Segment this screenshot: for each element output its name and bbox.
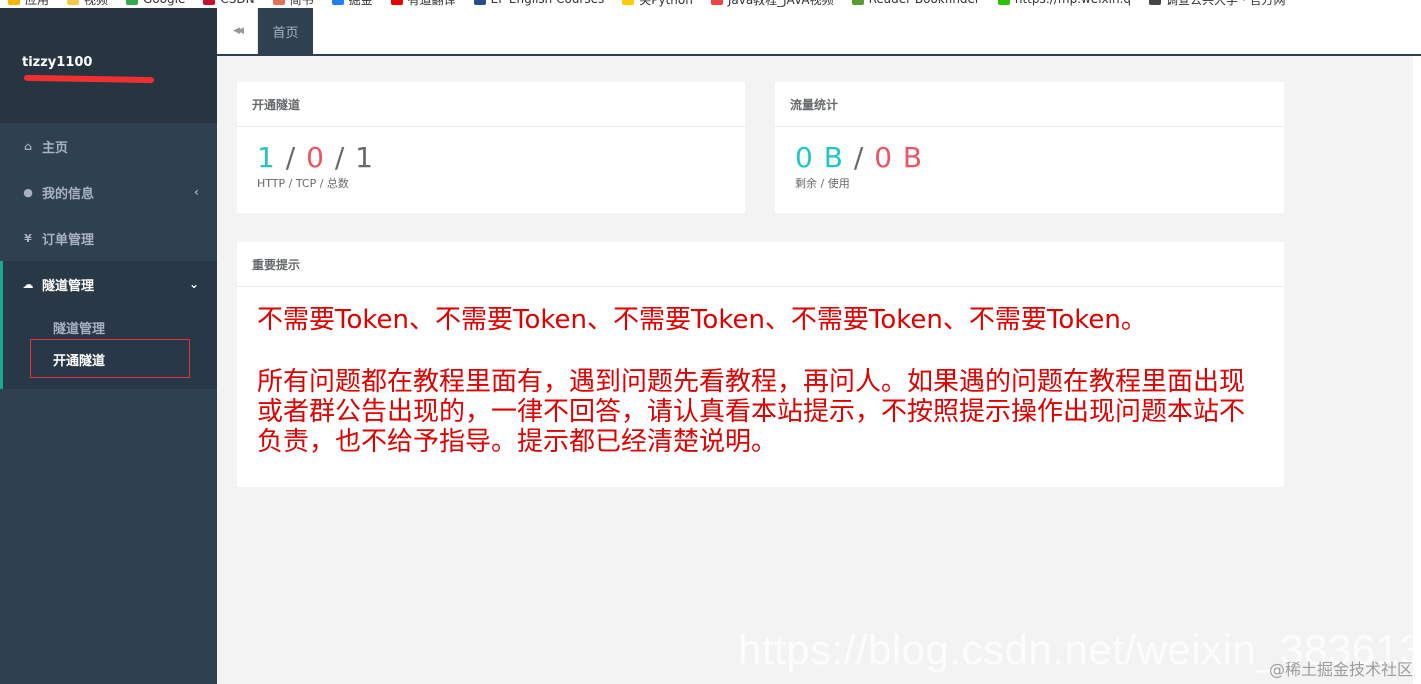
bookmark-item[interactable]: 视频: [67, 0, 108, 8]
used-traffic: 0 B: [874, 141, 924, 174]
separator: /: [285, 141, 297, 174]
sidebar-nav: ⌂ 主页 ● 我的信息 ‹ ¥ 订单管理 ☁ 隧道管理 ⌄: [0, 123, 217, 307]
bookmark-icon: [67, 0, 80, 5]
bookmark-label: Java教程_JAVA视频: [728, 0, 834, 8]
bookmark-icon: [622, 0, 635, 5]
total-count: 1: [355, 141, 374, 174]
sidebar-item-label: 隧道管理: [42, 278, 95, 294]
tcp-count: 0: [306, 141, 325, 174]
traffic-stats-panel: 流量统计 0 B / 0 B 剩余 / 使用: [775, 82, 1284, 213]
sidebar-item-label: 主页: [42, 140, 69, 156]
panel-title: 流量统计: [775, 82, 1284, 127]
bookmark-icon: [390, 0, 403, 5]
user-icon: ●: [23, 185, 33, 199]
bookmark-label: 视频: [84, 0, 108, 8]
tunnel-caption: HTTP / TCP / 总数: [257, 177, 349, 190]
bookmark-item[interactable]: Java教程_JAVA视频: [710, 0, 834, 8]
username[interactable]: tizzy1100: [22, 55, 217, 70]
notice-line-token: 不需要Token、不需要Token、不需要Token、不需要Token、不需要T…: [257, 305, 1147, 335]
bookmark-label: https://mp.weixin.q: [1015, 0, 1131, 6]
bookmark-label: Google: [143, 0, 185, 6]
tab-home[interactable]: 首页: [258, 8, 313, 54]
bookmark-icon: [8, 0, 20, 5]
scrollbar[interactable]: [1413, 56, 1421, 684]
separator: /: [334, 141, 346, 174]
sidebar: tizzy1100 ⌂ 主页 ● 我的信息 ‹ ¥ 订单管理 ☁ 隧道管理 ⌄ …: [0, 8, 217, 684]
watermark-source: @稀土掘金技术社区: [1268, 660, 1413, 679]
tunnel-submenu: 隧道管理 开通隧道: [0, 307, 217, 389]
bookmark-label: 调查公共大学 · 官方网: [1166, 0, 1285, 8]
profile-area: tizzy1100: [0, 8, 217, 123]
sidebar-item-orders[interactable]: ¥ 订单管理: [0, 215, 217, 261]
bookmark-item[interactable]: 笑Python: [622, 0, 693, 8]
yen-icon: ¥: [24, 231, 32, 245]
sidebar-item-label: 订单管理: [42, 232, 95, 248]
bookmark-icon: [203, 0, 216, 5]
tab-bar: ◀◀ 首页: [217, 8, 1421, 56]
cloud-icon: ☁: [22, 277, 34, 291]
sidebar-item-home[interactable]: ⌂ 主页: [0, 123, 217, 169]
panel-title: 重要提示: [237, 242, 1284, 287]
separator: /: [853, 141, 865, 174]
bookmark-item[interactable]: CSDN: [203, 0, 255, 6]
bookmark-label: Reader Bookfinder: [869, 0, 980, 6]
tunnel-counts: 1 / 0 / 1: [237, 127, 745, 173]
bookmark-icon: [473, 0, 486, 5]
notice-body: 不需要Token、不需要Token、不需要Token、不需要Token、不需要T…: [237, 287, 1284, 457]
bookmark-item[interactable]: https://mp.weixin.q: [997, 0, 1131, 6]
sidebar-item-label: 我的信息: [42, 186, 95, 202]
notice-line-rules: 所有问题都在教程里面有，遇到问题先看教程，再问人。如果遇的问题在教程里面出现或者…: [257, 367, 1246, 457]
bookmark-icon: [851, 0, 864, 5]
bookmark-item[interactable]: EF English Courses: [473, 0, 605, 6]
bookmark-item[interactable]: 调查公共大学 · 官方网: [1149, 0, 1285, 8]
redacted-email-mark: [23, 74, 155, 84]
bookmark-item[interactable]: 有道翻译: [390, 0, 456, 8]
remaining-traffic: 0 B: [795, 141, 844, 174]
sidebar-item-my-info[interactable]: ● 我的信息 ‹: [0, 169, 217, 215]
bookmark-icon: [272, 0, 285, 5]
tunnel-stats-panel: 开通隧道 1 / 0 / 1 HTTP / TCP / 总数: [237, 82, 745, 213]
submenu-item-open-tunnel[interactable]: 开通隧道: [3, 339, 217, 378]
bookmark-icon: [331, 0, 344, 5]
notice-panel: 重要提示 不需要Token、不需要Token、不需要Token、不需要Token…: [237, 242, 1284, 487]
bookmark-label: 简书: [290, 0, 314, 8]
bookmark-label: 应用: [25, 0, 49, 8]
bookmarks-bar: 应用 视频 Google CSDN 简书 掘金 有道翻译 EF English Courses…: [0, 0, 1421, 8]
bookmark-item[interactable]: 应用: [8, 0, 49, 8]
bookmark-label: EF English Courses: [491, 0, 605, 6]
traffic-values: 0 B / 0 B: [775, 127, 1284, 173]
bookmark-item[interactable]: 掘金: [331, 0, 373, 8]
sidebar-item-tunnels[interactable]: ☁ 隧道管理 ⌄: [0, 261, 217, 307]
bookmark-icon: [126, 0, 139, 5]
http-count: 1: [257, 141, 276, 174]
bookmark-label: 笑Python: [639, 0, 693, 8]
chevron-left-icon: ‹: [194, 185, 199, 199]
panel-title: 开通隧道: [237, 82, 745, 127]
chevron-down-icon: ⌄: [188, 277, 199, 291]
double-chevron-left-icon: ◀◀: [233, 26, 244, 36]
bookmark-label: CSDN: [220, 0, 254, 6]
home-icon: ⌂: [24, 139, 32, 153]
bookmark-label: 有道翻译: [408, 0, 456, 8]
bookmark-icon: [997, 0, 1010, 5]
bookmark-icon: [1149, 0, 1161, 5]
bookmark-item[interactable]: 简书: [272, 0, 314, 8]
bookmark-item[interactable]: Reader Bookfinder: [851, 0, 980, 6]
collapse-sidebar-button[interactable]: ◀◀: [217, 8, 258, 54]
traffic-caption: 剩余 / 使用: [795, 177, 850, 190]
bookmark-icon: [710, 0, 723, 5]
bookmark-item[interactable]: Google: [126, 0, 185, 6]
bookmark-label: 掘金: [349, 0, 373, 8]
